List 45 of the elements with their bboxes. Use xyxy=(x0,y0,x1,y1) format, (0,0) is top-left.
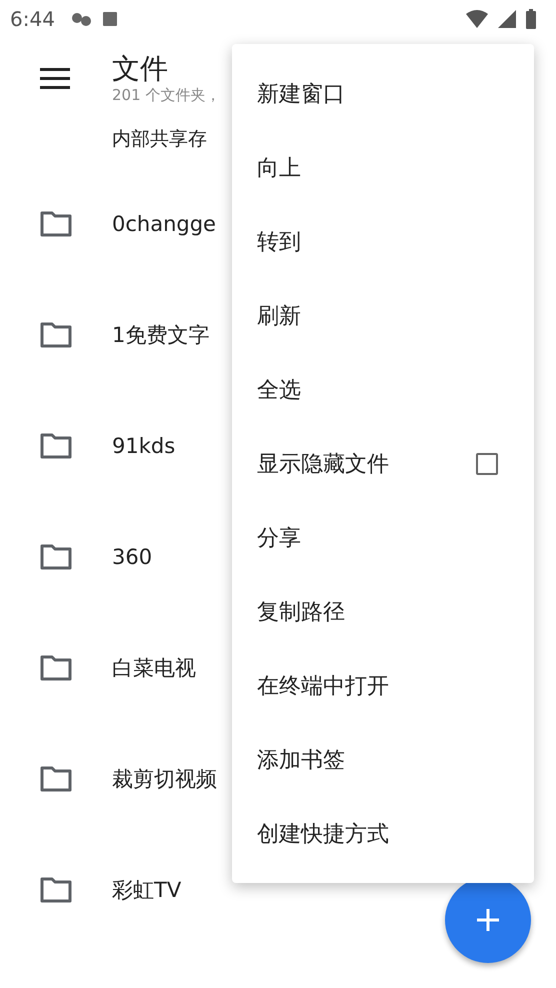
menu-item[interactable]: 刷新 xyxy=(232,279,534,353)
battery-icon xyxy=(526,9,536,29)
menu-item-label: 全选 xyxy=(257,377,301,405)
folder-name[interactable]: 裁剪切视频 xyxy=(112,764,217,792)
menu-item-label: 新建窗口 xyxy=(257,81,345,109)
menu-item[interactable]: 全选 xyxy=(232,353,534,427)
menu-item[interactable]: 在终端中打开 xyxy=(232,649,534,723)
status-time: 6:44 xyxy=(10,7,55,31)
checkbox[interactable] xyxy=(476,453,498,475)
folder-name[interactable]: 1免费文字 xyxy=(112,320,210,348)
folder-icon xyxy=(40,210,72,236)
folder-name[interactable]: 360 xyxy=(112,544,152,568)
menu-item-label: 分享 xyxy=(257,525,301,553)
menu-item[interactable]: 转到 xyxy=(232,205,534,279)
menu-item-label: 向上 xyxy=(257,155,301,183)
wifi-icon xyxy=(466,10,488,28)
menu-item[interactable]: 新建窗口 xyxy=(232,57,534,131)
menu-item[interactable]: 创建快捷方式 xyxy=(232,797,534,871)
folder-count: 201 个文件夹， xyxy=(112,86,220,105)
folder-name[interactable]: 91kds xyxy=(112,434,176,458)
menu-item-label: 添加书签 xyxy=(257,747,345,775)
folder-icon xyxy=(40,322,72,348)
folder-name[interactable]: 白菜电视 xyxy=(112,654,196,682)
plus-icon xyxy=(476,908,500,932)
menu-item-label: 创建快捷方式 xyxy=(257,821,389,849)
folder-icon xyxy=(40,876,72,902)
menu-item[interactable]: 分享 xyxy=(232,501,534,575)
folder-icon xyxy=(40,432,72,458)
folder-name[interactable]: 彩虹TV xyxy=(112,876,182,904)
signal-icon xyxy=(498,10,516,28)
menu-item-label: 刷新 xyxy=(257,303,301,331)
folder-name[interactable]: 0changge xyxy=(112,212,216,236)
folder-icon xyxy=(40,544,72,570)
folder-icon xyxy=(40,654,72,680)
menu-item[interactable]: 添加书签 xyxy=(232,723,534,797)
menu-icon[interactable] xyxy=(40,68,70,90)
menu-item-label: 显示隐藏文件 xyxy=(257,451,389,479)
app-title: 文件 xyxy=(112,52,169,86)
folder-icon xyxy=(40,766,72,792)
menu-item-label: 转到 xyxy=(257,229,301,257)
menu-item[interactable]: 向上 xyxy=(232,131,534,205)
menu-item-label: 在终端中打开 xyxy=(257,673,389,701)
menu-item[interactable]: 复制路径 xyxy=(232,575,534,649)
menu-item-label: 复制路径 xyxy=(257,599,345,627)
menu-item[interactable]: 显示隐藏文件 xyxy=(232,427,534,501)
